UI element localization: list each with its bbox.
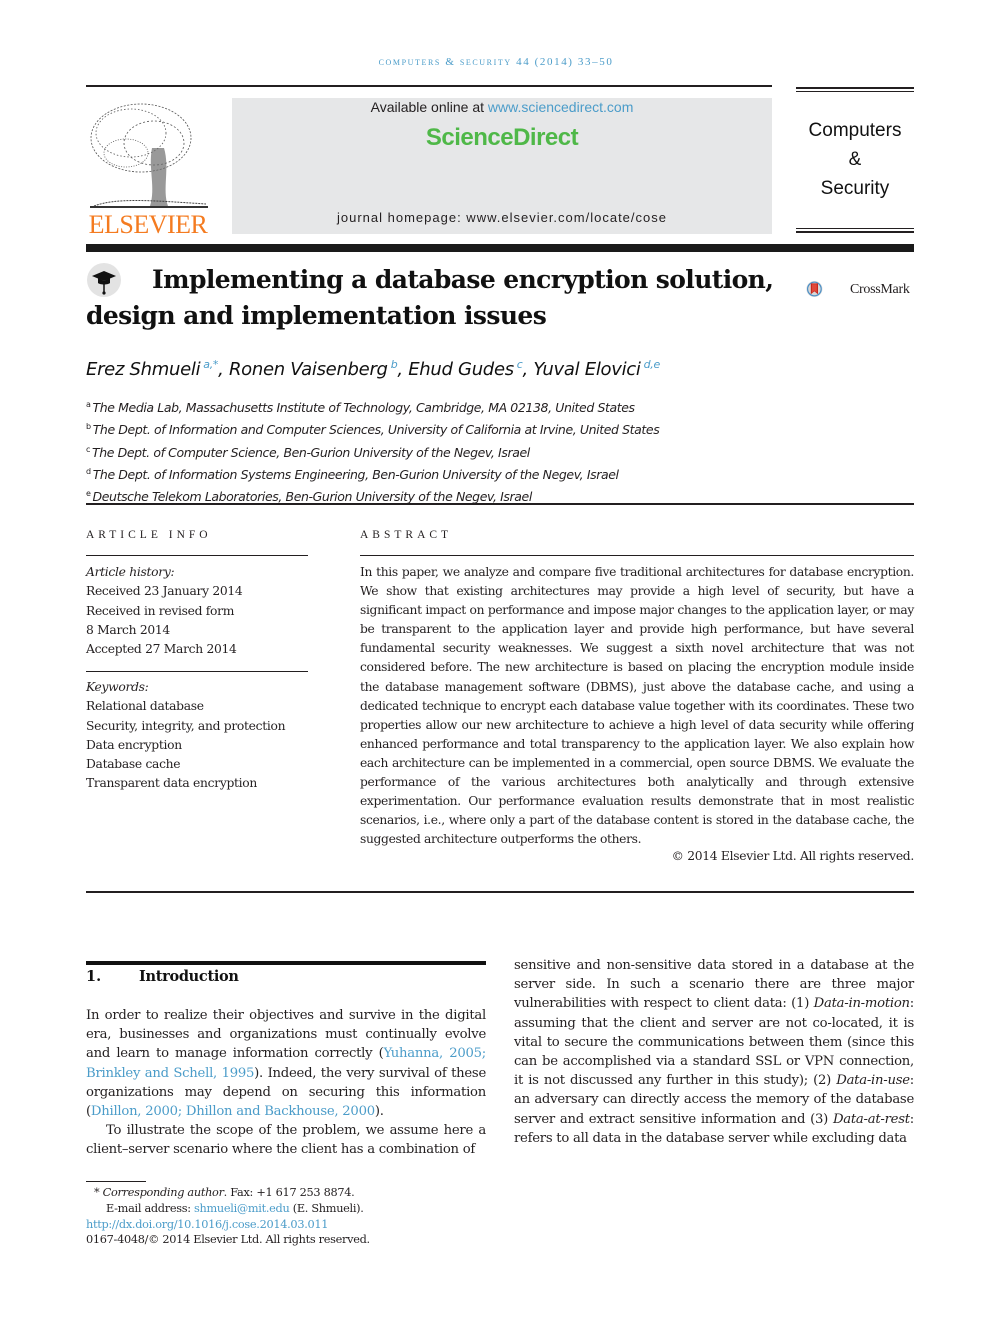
doi-note: http://dx.doi.org/10.1016/j.cose.2014.03… xyxy=(86,1217,506,1233)
crossmark-icon[interactable] xyxy=(806,268,850,310)
keywords-label: Keywords: xyxy=(86,680,149,694)
author-name[interactable]: Yuval Elovici xyxy=(533,359,641,380)
journal-name: Computers & Security xyxy=(796,116,914,203)
abstract-text: In this paper, we analyze and compare fi… xyxy=(360,565,914,847)
history-entry: Received 23 January 2014 xyxy=(86,584,243,599)
abstract-heading: ABSTRACT xyxy=(360,529,453,541)
journal-rule xyxy=(796,231,914,233)
history-entry: Accepted 27 March 2014 xyxy=(86,642,237,657)
author-list: Erez Shmueli a,*, Ronen Vaisenberg b, Ehud… xyxy=(86,358,661,380)
affiliation-key: a xyxy=(86,400,91,409)
section-number: 1. xyxy=(86,968,102,985)
section-heading-rule xyxy=(86,961,486,965)
affiliation-text: The Dept. of Information Systems Enginee… xyxy=(92,466,619,482)
sciencedirect-link[interactable]: www.sciencedirect.com xyxy=(488,99,634,115)
author-name[interactable]: Ronen Vaisenberg xyxy=(229,359,388,380)
paragraph: In order to realize their objectives and… xyxy=(86,1006,486,1121)
section-divider xyxy=(86,891,914,893)
keyword: Data encryption xyxy=(86,737,182,752)
keyword: Security, integrity, and protection xyxy=(86,718,286,733)
body-text: ). xyxy=(374,1104,384,1120)
term: Data-in-motion xyxy=(813,996,910,1012)
section-divider xyxy=(86,503,914,505)
masthead-rule xyxy=(86,85,772,87)
affiliation-list: a The Media Lab, Massachusetts Institute … xyxy=(86,395,916,506)
affiliation-text: The Dept. of Computer Science, Ben-Gurio… xyxy=(92,444,530,460)
email-note: E-mail address: shmueli@mit.edu (E. Shmu… xyxy=(86,1201,506,1217)
doi-link[interactable]: http://dx.doi.org/10.1016/j.cose.2014.03… xyxy=(86,1218,328,1231)
sciencedirect-logo[interactable]: ScienceDirect xyxy=(232,124,772,152)
citation-link[interactable]: Dhillon, 2000; Dhillon and Backhouse, 20… xyxy=(91,1104,375,1119)
available-online: Available online at www.sciencedirect.co… xyxy=(232,99,772,115)
abstract-copyright: © 2014 Elsevier Ltd. All rights reserved… xyxy=(671,849,915,863)
keyword: Transparent data encryption xyxy=(86,776,258,791)
affiliation-key: d xyxy=(86,466,91,476)
crossmark-label[interactable]: CrossMark xyxy=(850,282,910,298)
article-title: Implementing a database encryption solut… xyxy=(86,262,786,334)
author-affiliation-marker[interactable]: c xyxy=(517,358,523,371)
elsevier-logo-text: ELSEVIER xyxy=(88,210,208,239)
article-history: Article history: Received 23 January 201… xyxy=(86,563,326,659)
affiliation-key: b xyxy=(86,422,91,432)
article-info-rule xyxy=(86,555,308,556)
keyword: Database cache xyxy=(86,757,181,772)
footnotes: * Corresponding author. Fax: +1 617 253 … xyxy=(86,1185,506,1248)
article-history-label: Article history: xyxy=(86,565,175,579)
corresponding-author-note: * Corresponding author. Fax: +1 617 253 … xyxy=(86,1185,506,1201)
affiliation: c The Dept. of Computer Science, Ben-Guri… xyxy=(86,440,916,462)
available-online-label: Available online at xyxy=(370,99,488,115)
author-affiliation-marker[interactable]: b xyxy=(391,358,398,371)
keywords: Keywords: Relational database Security, … xyxy=(86,678,326,794)
author-name[interactable]: Ehud Gudes xyxy=(408,359,514,380)
term: Data-in-use xyxy=(836,1073,910,1089)
journal-homepage[interactable]: journal homepage: www.elsevier.com/locat… xyxy=(232,210,772,225)
email-label: E-mail address: xyxy=(106,1201,195,1215)
masthead-thick-rule xyxy=(86,244,914,252)
journal-rule xyxy=(796,87,914,89)
email-link[interactable]: shmueli@mit.edu xyxy=(194,1202,290,1215)
affiliation-key: e xyxy=(86,489,91,499)
article-info-heading: ARTICLE INFO xyxy=(86,529,212,541)
affiliation: d The Dept. of Information Systems Engine… xyxy=(86,462,916,484)
issn-copyright: 0167-4048/© 2014 Elsevier Ltd. All right… xyxy=(86,1233,370,1247)
author-affiliation-marker[interactable]: a,* xyxy=(203,358,218,371)
paragraph: To illustrate the scope of the problem, … xyxy=(86,1123,486,1158)
journal-name-line: & xyxy=(848,149,862,170)
journal-rule xyxy=(796,228,914,229)
journal-name-line: Computers xyxy=(808,120,902,141)
article-info-rule xyxy=(86,671,308,672)
abstract-rule xyxy=(360,555,914,556)
footnote-marker: * xyxy=(94,1186,100,1199)
affiliation: a The Media Lab, Massachusetts Institute … xyxy=(86,395,916,417)
body-column-left: In order to realize their objectives and… xyxy=(86,1006,486,1160)
article-title-line1: Implementing a database encryption solut… xyxy=(152,265,774,294)
affiliation-text: The Dept. of Information and Computer Sc… xyxy=(92,422,660,438)
author-affiliation-marker[interactable]: d,e xyxy=(644,358,661,371)
affiliation: b The Dept. of Information and Computer S… xyxy=(86,417,916,439)
running-header: computers & security 44 (2014) 33–50 xyxy=(378,56,614,68)
email-suffix: (E. Shmueli). xyxy=(289,1201,364,1215)
affiliation-key: c xyxy=(86,444,90,454)
journal-name-line: Security xyxy=(820,178,890,199)
journal-rule xyxy=(796,91,914,92)
affiliation-text: Deutsche Telekom Laboratories, Ben-Gurio… xyxy=(92,489,533,505)
term: Data-at-rest xyxy=(832,1111,910,1127)
paragraph: sensitive and non-sensitive data stored … xyxy=(514,956,914,1148)
footnote-rule xyxy=(86,1181,146,1182)
footnote-label: Corresponding author xyxy=(102,1186,224,1199)
author-name[interactable]: Erez Shmueli xyxy=(86,359,201,380)
section-title: Introduction xyxy=(139,968,239,985)
article-title-line2: design and implementation issues xyxy=(86,301,547,330)
history-entry: Received in revised form xyxy=(86,603,235,618)
affiliation-text: The Media Lab, Massachusetts Institute o… xyxy=(92,400,636,415)
keyword: Relational database xyxy=(86,699,204,714)
fax-number: . Fax: +1 617 253 8874. xyxy=(223,1186,355,1199)
body-column-right: sensitive and non-sensitive data stored … xyxy=(514,956,914,1148)
history-entry: 8 March 2014 xyxy=(86,622,170,637)
